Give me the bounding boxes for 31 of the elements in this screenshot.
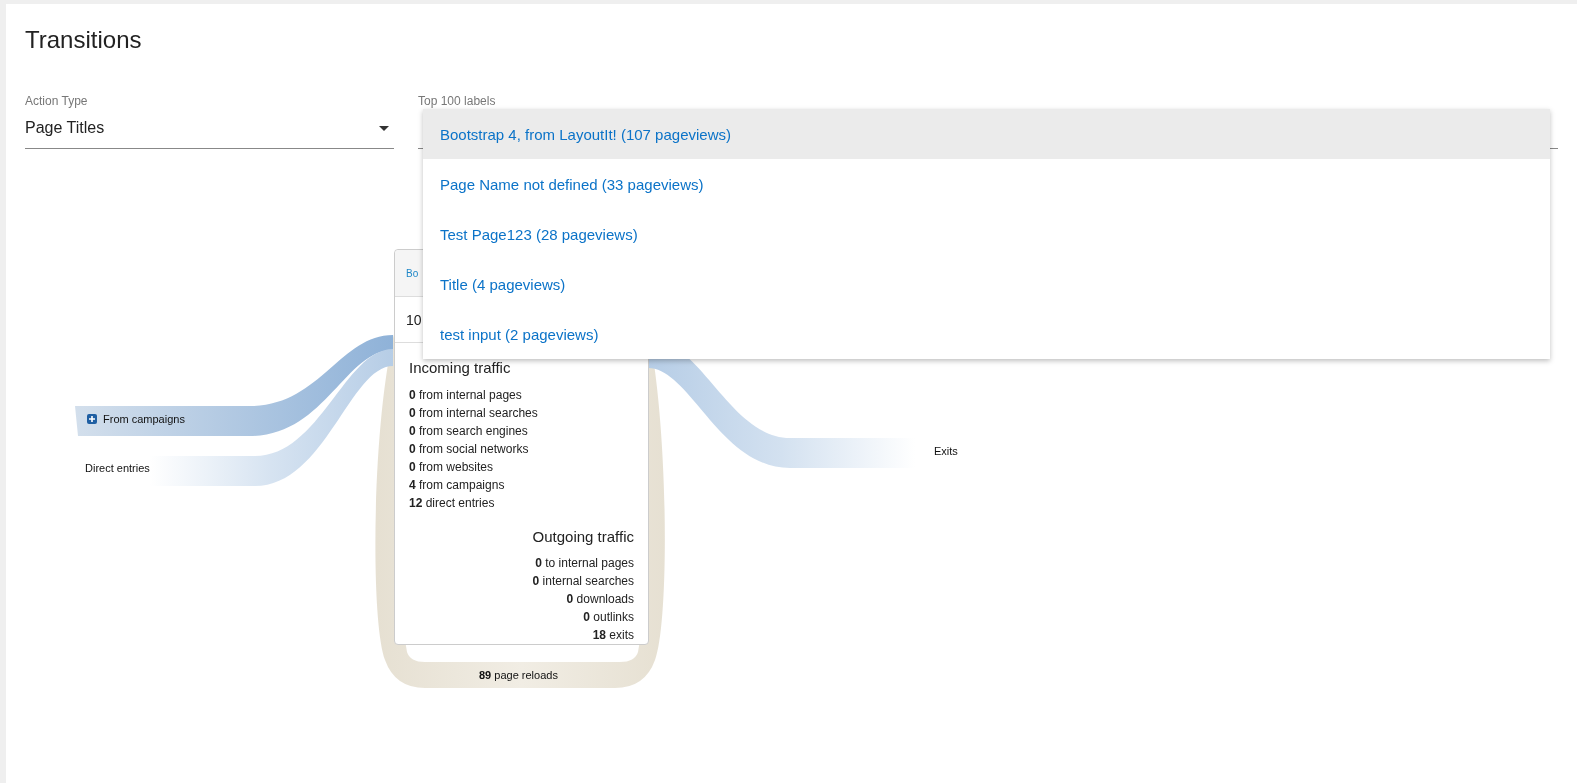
section-heading: Outgoing traffic (532, 528, 634, 546)
dropdown-option[interactable]: Bootstrap 4, from LayoutIt! (107 pageviews) (423, 109, 1550, 159)
node-title: Bo (406, 267, 419, 279)
dropdown-option[interactable]: Title (4 pageviews) (423, 259, 1550, 309)
exit-label: Exits (934, 445, 958, 457)
node-count: 10 (406, 311, 422, 328)
dropdown-option[interactable]: test input (2 pageviews) (423, 309, 1550, 359)
caret-icon (379, 125, 389, 131)
stat-line: 0 from internal searches (409, 405, 539, 422)
stat-line: 0 from internal pages (409, 387, 523, 404)
dropdown-option[interactable]: Test Page123 (28 pageviews) (423, 209, 1550, 259)
stat-line: 0 from websites (409, 459, 495, 476)
select-field[interactable]: Page Titles (25, 108, 394, 149)
stat-line: 0 to internal pages (535, 555, 634, 572)
stat-line: 0 from search engines (409, 423, 529, 440)
section-heading: Incoming traffic (409, 359, 512, 377)
source-label[interactable]: From campaigns (103, 412, 185, 426)
stat-line: 0 outlinks (583, 609, 634, 626)
stat-line: 0 downloads (566, 591, 634, 608)
reload-label: 89 page reloads (479, 669, 558, 681)
dropdown-option[interactable]: Page Name not defined (33 pageviews) (423, 159, 1550, 209)
stat-line: 12 direct entries (409, 495, 496, 512)
stat-line: 18 exits (592, 627, 634, 644)
stat-line: 0 internal searches (532, 573, 634, 590)
field-label: Action Type (25, 94, 88, 108)
stat-line: 0 from social networks (409, 441, 530, 458)
stat-line: 4 from campaigns (409, 477, 506, 494)
page-title: Transitions (25, 26, 143, 54)
field-label: Top 100 labels (418, 94, 496, 108)
expand-icon[interactable] (87, 414, 97, 424)
source-label: Direct entries (85, 461, 150, 475)
